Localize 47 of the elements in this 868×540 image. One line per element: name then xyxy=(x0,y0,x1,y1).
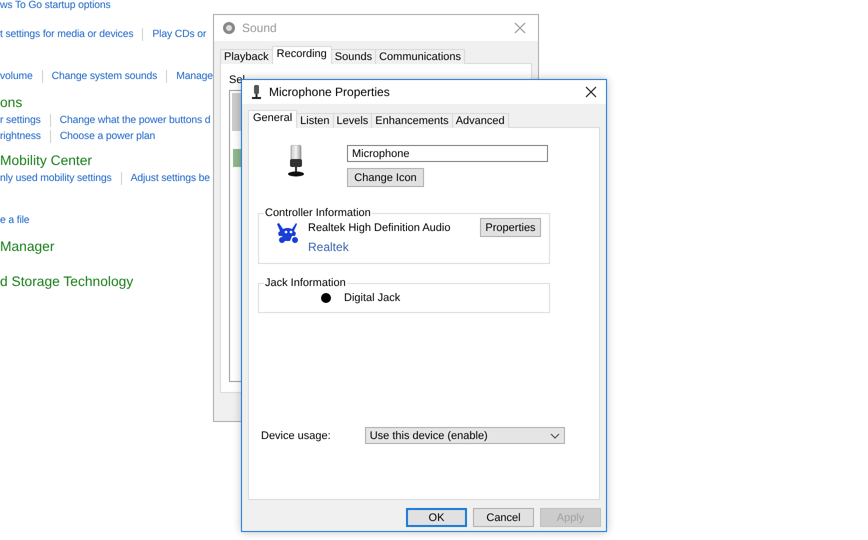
tab[interactable]: Recording xyxy=(272,46,332,64)
change-icon-button[interactable]: Change Icon xyxy=(347,168,424,187)
section-heading[interactable]: d Storage Technology xyxy=(0,272,134,291)
task-link[interactable]: rightness xyxy=(0,130,41,142)
properties-button[interactable]: Properties xyxy=(480,218,541,237)
task-link[interactable]: Choose a power plan xyxy=(60,130,156,142)
jack-name: Digital Jack xyxy=(344,292,400,304)
window-title: Sound xyxy=(242,21,278,35)
device-icon xyxy=(233,149,241,167)
window-title: Microphone Properties xyxy=(269,85,391,99)
group-title: Jack Information xyxy=(264,277,347,289)
microphone-icon xyxy=(252,85,261,99)
tab[interactable]: General xyxy=(248,110,298,128)
section-heading[interactable]: Manager xyxy=(0,237,54,256)
dialog-button[interactable]: OK xyxy=(406,508,467,527)
tab[interactable]: Playback xyxy=(220,49,273,64)
speaker-icon xyxy=(222,21,236,35)
task-link[interactable]: e a file xyxy=(0,214,30,226)
device-usage-dropdown[interactable]: Use this device (enable) xyxy=(364,427,565,444)
tab[interactable]: Sounds xyxy=(330,49,376,64)
tab[interactable]: Advanced xyxy=(452,113,509,128)
crab-logo-icon xyxy=(277,221,300,244)
device-name-field[interactable]: Microphone xyxy=(347,145,548,162)
vendor-link[interactable]: Realtek xyxy=(308,240,480,254)
task-link[interactable]: Adjust settings be xyxy=(130,172,210,184)
tab[interactable]: Enhancements xyxy=(371,113,453,128)
task-link[interactable]: Change what the power buttons d xyxy=(60,114,210,126)
dialog-button[interactable]: Cancel xyxy=(473,508,534,527)
field-label: Device usage: xyxy=(261,430,331,442)
section-heading[interactable]: ons xyxy=(0,93,22,112)
group-title: Controller Information xyxy=(264,207,372,219)
tab[interactable]: Communications xyxy=(375,49,466,64)
task-link[interactable]: nly used mobility settings xyxy=(0,172,112,184)
task-link[interactable]: Change system sounds xyxy=(52,70,158,82)
task-link[interactable]: Manage xyxy=(176,70,213,82)
task-link[interactable]: volume xyxy=(0,70,33,82)
task-link[interactable]: Play CDs or xyxy=(152,28,206,40)
tab[interactable]: Levels xyxy=(332,113,372,128)
microphone-icon xyxy=(286,145,306,177)
tab[interactable]: Listen xyxy=(296,113,334,128)
section-heading[interactable]: Mobility Center xyxy=(0,151,92,170)
close-icon[interactable] xyxy=(585,86,597,98)
task-link[interactable]: t settings for media or devices xyxy=(0,28,134,40)
task-link[interactable]: r settings xyxy=(0,114,41,126)
chevron-down-icon xyxy=(550,432,560,438)
controller-name: Realtek High Definition Audio xyxy=(308,222,452,234)
task-link[interactable]: ws To Go startup options xyxy=(0,0,111,10)
